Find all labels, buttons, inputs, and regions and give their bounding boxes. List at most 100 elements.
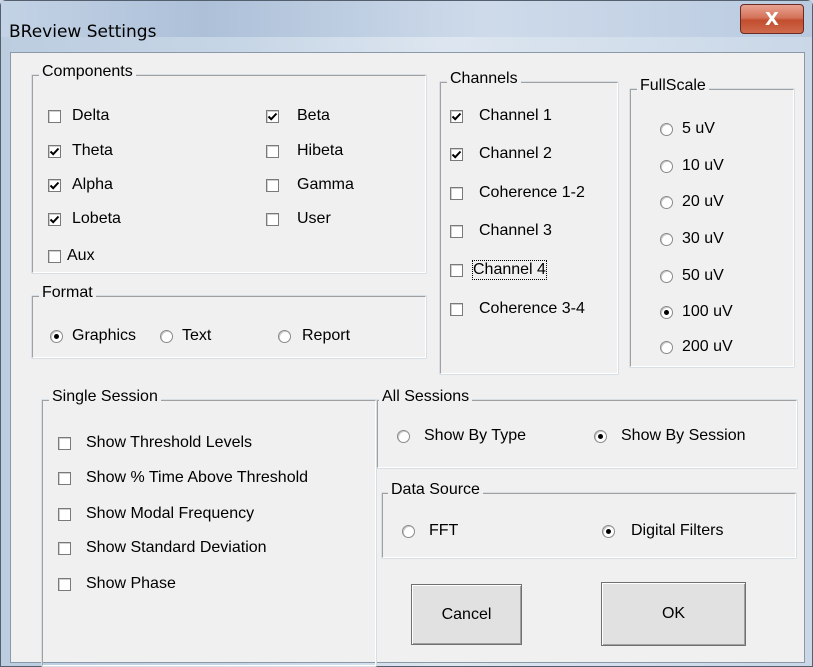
checkbox-box[interactable] [58,577,71,591]
cancel-button-label: Cancel [441,605,492,623]
checkbox-coherence-3-4[interactable]: Coherence 3-4 [450,300,585,318]
checkbox-channel-2[interactable]: Channel 2 [450,145,552,163]
checkbox-box[interactable] [266,212,279,226]
checkbox-box[interactable] [58,541,71,555]
radio-fullscale-50[interactable]: 50 uV [660,267,724,285]
checkbox-box[interactable] [48,109,61,123]
radio-fullscale-20[interactable]: 20 uV [660,193,724,211]
checkbox-label: Alpha [72,176,113,193]
radio-show-by-session[interactable]: Show By Session [594,427,746,445]
radio-button[interactable] [660,122,673,136]
checkbox-box[interactable] [58,436,71,450]
radio-fullscale-30[interactable]: 30 uV [660,230,724,248]
checkbox-show-time-above-threshold[interactable]: Show % Time Above Threshold [58,469,308,487]
checkbox-box[interactable] [450,224,463,238]
radio-button[interactable] [160,329,173,343]
checkbox-label: Channel 1 [479,107,552,124]
radio-label: FFT [429,522,459,539]
dialog-window: BReview Settings X Components Delta Thet… [0,0,813,667]
checkbox-box[interactable] [48,178,61,192]
radio-button[interactable] [602,524,615,538]
radio-button[interactable] [660,305,673,319]
radio-fullscale-5[interactable]: 5 uV [660,120,715,138]
checkbox-alpha[interactable]: Alpha [48,176,113,194]
radio-fft[interactable]: FFT [402,522,458,540]
checkbox-beta[interactable]: Beta [266,107,330,125]
checkbox-label: Show Standard Deviation [86,539,267,556]
checkbox-box[interactable] [450,302,463,316]
radio-button[interactable] [278,329,291,343]
checkmark-icon [267,112,278,121]
checkbox-label: Hibeta [297,142,344,159]
checkbox-label: Show Modal Frequency [86,505,255,522]
cancel-button[interactable]: Cancel [411,584,522,645]
radio-fullscale-200[interactable]: 200 uV [660,338,733,356]
radio-button[interactable] [660,340,673,354]
radio-text[interactable]: Text [160,327,211,345]
checkbox-aux[interactable]: Aux [48,247,95,265]
radio-report[interactable]: Report [278,327,350,345]
checkbox-label: User [297,210,331,227]
radio-button[interactable] [397,429,410,443]
checkbox-label: Gamma [297,176,354,193]
radio-button[interactable] [660,159,673,173]
checkbox-gamma[interactable]: Gamma [266,176,354,194]
checkbox-channel-3[interactable]: Channel 3 [450,222,552,240]
single-session-group: Single Session Show Threshold Levels Sho… [41,388,377,667]
radio-button[interactable] [402,524,415,538]
checkbox-lobeta[interactable]: Lobeta [48,210,121,228]
checkbox-show-modal-frequency[interactable]: Show Modal Frequency [58,505,254,523]
radio-button[interactable] [594,429,607,443]
checkbox-box[interactable] [58,507,71,521]
checkbox-channel-1[interactable]: Channel 1 [450,107,552,125]
data-source-legend: Data Source [388,481,483,499]
ok-button[interactable]: OK [601,582,746,646]
checkbox-coherence-1-2[interactable]: Coherence 1-2 [450,184,585,202]
radio-dot-icon [664,309,669,315]
radio-label: 200 uV [682,338,733,355]
checkbox-box[interactable] [450,186,463,200]
radio-button[interactable] [660,195,673,209]
all-sessions-group: All Sessions Show By Type Show By Sessio… [376,388,798,469]
checkbox-user[interactable]: User [266,210,331,228]
radio-label: 100 uV [682,303,733,320]
radio-button[interactable] [660,232,673,246]
checkbox-label: Channel 4 [472,260,547,280]
checkbox-hibeta[interactable]: Hibeta [266,142,343,160]
radio-graphics[interactable]: Graphics [50,327,136,345]
checkbox-box[interactable] [266,178,279,192]
checkbox-delta[interactable]: Delta [48,107,109,125]
checkbox-theta[interactable]: Theta [48,142,113,160]
checkbox-box[interactable] [450,263,463,277]
checkbox-box[interactable] [450,147,463,161]
channels-group: Channels Channel 1 Channel 2 Coherence 1… [439,70,619,375]
checkbox-label: Aux [67,247,95,264]
single-session-legend: Single Session [49,388,161,406]
radio-label: 30 uV [682,230,724,247]
checkbox-box[interactable] [58,471,71,485]
radio-label: Report [302,327,351,344]
fullscale-group: FullScale 5 uV 10 uV 20 uV 30 uV 50 uV 1… [629,77,795,368]
radio-button[interactable] [660,269,673,283]
radio-show-by-type[interactable]: Show By Type [397,427,526,445]
checkbox-box[interactable] [48,212,61,226]
radio-label: Show By Type [424,427,526,444]
close-icon: X [765,8,779,30]
checkbox-label: Beta [297,107,330,124]
checkbox-box[interactable] [266,109,279,123]
checkbox-show-phase[interactable]: Show Phase [58,575,176,593]
checkbox-show-standard-deviation[interactable]: Show Standard Deviation [58,539,267,557]
close-button[interactable]: X [740,4,804,34]
checkbox-box[interactable] [48,249,61,263]
radio-fullscale-100[interactable]: 100 uV [660,303,733,321]
checkbox-show-threshold-levels[interactable]: Show Threshold Levels [58,434,252,452]
title-bar[interactable]: BReview Settings X [1,1,812,42]
radio-fullscale-10[interactable]: 10 uV [660,157,724,175]
checkbox-box[interactable] [450,109,463,123]
checkbox-channel-4[interactable]: Channel 4 [450,260,547,280]
checkbox-label: Channel 2 [479,145,552,162]
radio-digital-filters[interactable]: Digital Filters [602,522,723,540]
checkbox-box[interactable] [266,144,279,158]
checkbox-box[interactable] [48,144,61,158]
radio-button[interactable] [50,329,63,343]
